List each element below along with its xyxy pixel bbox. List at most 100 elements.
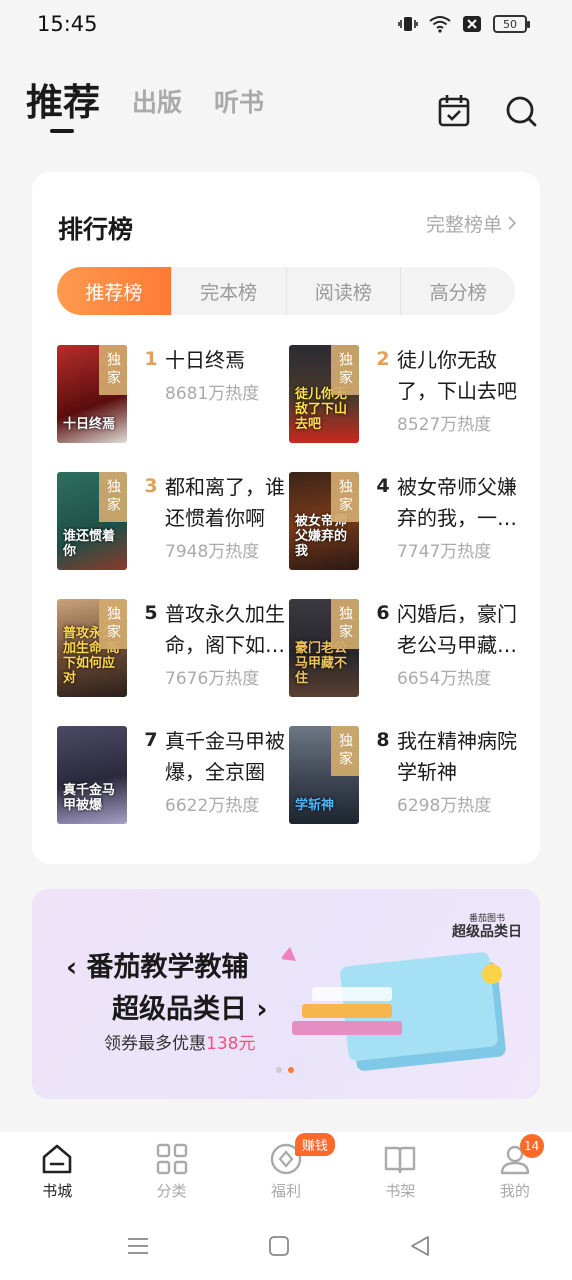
nav-label: 书架 xyxy=(385,1182,416,1200)
rank-number: 1 xyxy=(144,348,158,370)
banner-line2: 超级品类日 › xyxy=(112,987,268,1026)
book-cover: 徒儿你无敌了下山去吧 独家 xyxy=(289,345,359,443)
rank-number: 6 xyxy=(376,602,390,624)
banner-line1: ‹ 番茄教学教辅 xyxy=(66,945,249,984)
tab-publish[interactable]: 出版 xyxy=(132,90,182,129)
tab-recommend[interactable]: 推荐 xyxy=(26,84,100,133)
chevron-right-icon: › xyxy=(256,994,268,1025)
ranking-card: 排行榜 完整榜单 推荐榜 完本榜 阅读榜 高分榜 十日终焉 独家 1 十日终焉 … xyxy=(32,172,540,864)
book-item[interactable]: 豪门老公马甲藏不住 独家 6 闪婚后，豪门老公马甲藏不住 6654万热度 xyxy=(289,599,519,699)
book-heat: 6654万热度 xyxy=(397,669,492,689)
back-icon[interactable] xyxy=(408,1234,432,1258)
book-icon xyxy=(383,1142,417,1176)
wifi-icon xyxy=(429,14,451,34)
cover-title: 学斩神 xyxy=(295,798,335,814)
chevron-right-icon xyxy=(508,213,517,235)
nav-label: 我的 xyxy=(499,1182,530,1200)
exclusive-tag: 独家 xyxy=(331,345,359,395)
rank-number: 4 xyxy=(376,475,390,497)
cover-title: 十日终焉 xyxy=(63,417,116,433)
full-ranking-label: 完整榜单 xyxy=(425,214,502,236)
book-title: 闪婚后，豪门老公马甲藏不住 xyxy=(397,602,517,657)
book-title: 都和离了，谁还惯着你啊 xyxy=(165,475,285,530)
book-cover: 豪门老公马甲藏不住 独家 xyxy=(289,599,359,697)
exclusive-tag: 独家 xyxy=(99,345,127,395)
cover-title: 谁还惯着你 xyxy=(63,529,116,560)
book-heat: 6622万热度 xyxy=(165,796,260,816)
book-cover: 谁还惯着你 独家 xyxy=(57,472,127,570)
book-item[interactable]: 真千金马甲被爆 7 真千金马甲被爆，全京圈 6622万热度 xyxy=(57,726,287,826)
notebook-illustration xyxy=(282,947,506,1071)
segment-recommend[interactable]: 推荐榜 xyxy=(57,267,172,315)
book-heat: 8681万热度 xyxy=(165,384,260,404)
book-item[interactable]: 十日终焉 独家 1 十日终焉 8681万热度 xyxy=(57,345,287,445)
banner-title: 番茄教学教辅 xyxy=(86,952,249,983)
earn-badge: 赚钱 xyxy=(294,1133,335,1156)
system-nav-bar xyxy=(0,1212,572,1280)
nav-profile[interactable]: 14 我的 xyxy=(458,1132,572,1212)
carousel-dots xyxy=(276,1067,294,1073)
exclusive-tag: 独家 xyxy=(99,599,127,649)
rank-number: 3 xyxy=(144,475,158,497)
ranking-title: 排行榜 xyxy=(58,215,134,244)
home-icon xyxy=(40,1142,74,1176)
book-item[interactable]: 谁还惯着你 独家 3 都和离了，谁还惯着你啊 7948万热度 xyxy=(57,472,287,572)
status-icons: 50 xyxy=(397,14,530,34)
book-item[interactable]: 被女帝师父嫌弃的我 独家 4 被女帝师父嫌弃的我，一怒之下 7747万热度 xyxy=(289,472,519,572)
book-heat: 8527万热度 xyxy=(397,415,492,435)
book-cover: 十日终焉 独家 xyxy=(57,345,127,443)
nav-category[interactable]: 分类 xyxy=(114,1132,228,1212)
rank-number: 5 xyxy=(144,602,158,624)
exclusive-tag: 独家 xyxy=(331,472,359,522)
book-title: 徒儿你无敌了，下山去吧 xyxy=(397,348,517,403)
home-button-icon[interactable] xyxy=(267,1234,291,1258)
carousel-dot-active xyxy=(288,1067,294,1073)
book-item[interactable]: 普攻永久加生命 阁下如何应对 独家 5 普攻永久加生命，阁下如何应对 7676万… xyxy=(57,599,287,699)
cover-title: 真千金马甲被爆 xyxy=(63,783,116,814)
status-bar: 15:45 50 xyxy=(0,0,572,52)
nav-bookshelf[interactable]: 书架 xyxy=(343,1132,457,1212)
exclusive-tag: 独家 xyxy=(331,726,359,776)
menu-icon[interactable] xyxy=(126,1234,150,1258)
book-heat: 6298万热度 xyxy=(397,796,492,816)
book-cover: 普攻永久加生命 阁下如何应对 独家 xyxy=(57,599,127,697)
notification-badge: 14 xyxy=(519,1134,544,1158)
segment-reading[interactable]: 阅读榜 xyxy=(287,267,402,315)
book-title: 被女帝师父嫌弃的我，一怒之下 xyxy=(397,475,517,530)
exclusive-tag: 独家 xyxy=(331,599,359,649)
book-cover: 真千金马甲被爆 xyxy=(57,726,127,824)
no-sim-icon xyxy=(461,14,483,34)
banner-coupon-text: 领券最多优惠138元 xyxy=(104,1029,255,1054)
promo-banner[interactable]: ‹ 番茄教学教辅 超级品类日 › 领券最多优惠138元 番茄图书 超级品类日 xyxy=(32,889,540,1099)
coupon-prefix: 领券最多优惠 xyxy=(104,1034,206,1054)
book-cover: 学斩神 独家 xyxy=(289,726,359,824)
coupon-amount: 138元 xyxy=(206,1034,256,1054)
book-title: 我在精神病院学斩神 xyxy=(397,729,517,784)
book-title: 普攻永久加生命，阁下如何应对 xyxy=(165,602,285,657)
top-tabs: 推荐 出版 听书 xyxy=(26,84,264,133)
book-title: 真千金马甲被爆，全京圈 xyxy=(165,729,285,784)
status-time: 15:45 xyxy=(37,12,98,36)
book-cover: 被女帝师父嫌弃的我 独家 xyxy=(289,472,359,570)
rank-number: 2 xyxy=(376,348,390,370)
calendar-checkin-icon[interactable] xyxy=(436,93,472,129)
tab-audiobook[interactable]: 听书 xyxy=(214,90,264,129)
ranking-segment-control: 推荐榜 完本榜 阅读榜 高分榜 xyxy=(57,267,515,315)
book-item[interactable]: 徒儿你无敌了下山去吧 独家 2 徒儿你无敌了，下山去吧 8527万热度 xyxy=(289,345,519,445)
exclusive-tag: 独家 xyxy=(99,472,127,522)
book-item[interactable]: 学斩神 独家 8 我在精神病院学斩神 6298万热度 xyxy=(289,726,519,826)
nav-welfare[interactable]: 赚钱 福利 xyxy=(229,1132,343,1212)
nav-label: 书城 xyxy=(42,1182,73,1200)
book-heat: 7747万热度 xyxy=(397,542,492,562)
nav-label: 福利 xyxy=(271,1182,302,1200)
full-ranking-link[interactable]: 完整榜单 xyxy=(425,210,517,237)
segment-completed[interactable]: 完本榜 xyxy=(172,267,287,315)
search-icon[interactable] xyxy=(503,93,539,129)
book-title: 十日终焉 xyxy=(165,348,245,372)
nav-bookstore[interactable]: 书城 xyxy=(0,1132,114,1212)
bottom-nav: 书城 分类 赚钱 福利 书架 14 我的 xyxy=(0,1132,572,1212)
segment-high-score[interactable]: 高分榜 xyxy=(401,267,515,315)
vibrate-icon xyxy=(397,14,419,34)
carousel-dot xyxy=(276,1067,282,1073)
nav-label: 分类 xyxy=(156,1182,187,1200)
